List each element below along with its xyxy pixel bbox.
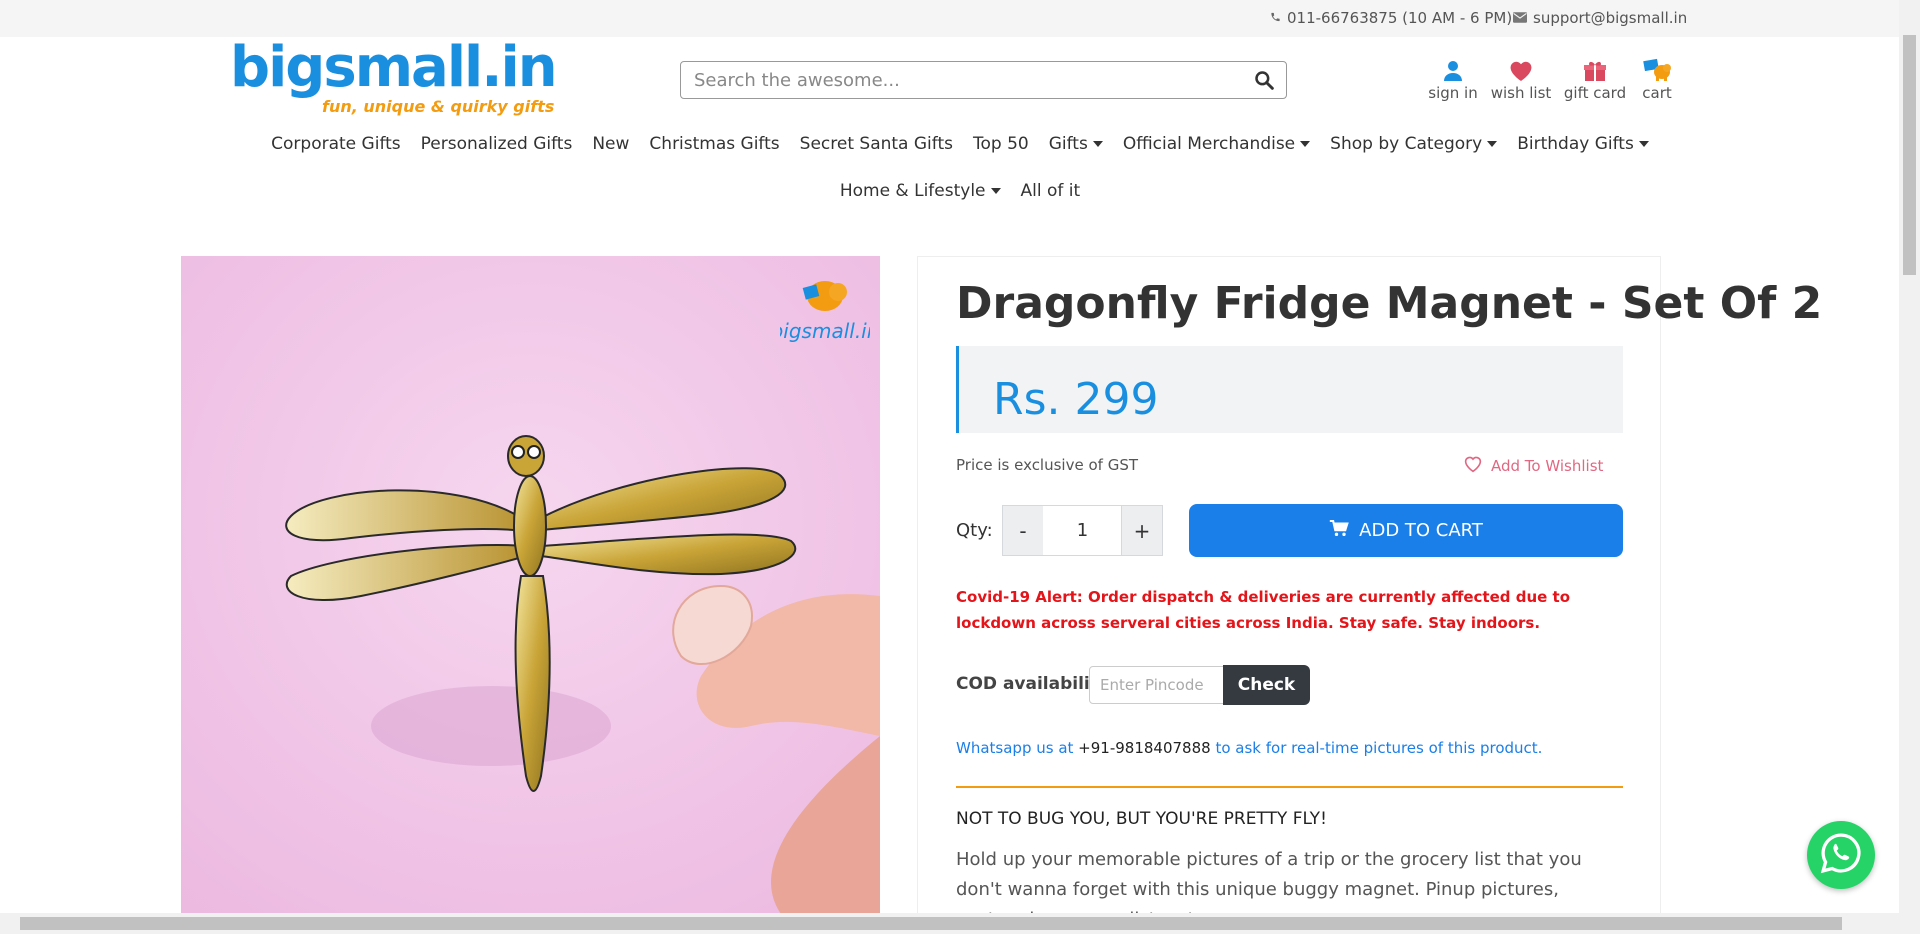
qty-decrease-button[interactable]: -	[1002, 505, 1044, 556]
dragonfly-photo	[181, 256, 880, 914]
nav-item-all-of-it[interactable]: All of it	[1011, 181, 1091, 201]
top-utility-bar: 011-66763875 (10 AM - 6 PM) support@bigs…	[0, 0, 1920, 37]
logo-wordmark: bigsmall.in	[230, 35, 558, 100]
main-nav-row2: Home & Lifestyle All of it	[0, 181, 1920, 201]
nav-item-personalized-gifts[interactable]: Personalized Gifts	[411, 134, 583, 154]
phone-icon	[1270, 9, 1281, 27]
caret-down-icon	[1092, 141, 1103, 147]
gift-card-link[interactable]: gift card	[1560, 52, 1630, 102]
description-heading: NOT TO BUG YOU, BUT YOU'RE PRETTY FLY!	[956, 809, 1327, 829]
caret-down-icon	[1487, 141, 1498, 147]
site-logo[interactable]: bigsmall.in fun, unique & quirky gifts	[230, 35, 558, 120]
heart-icon	[1486, 52, 1556, 82]
whatsapp-number[interactable]: +91-9818407888	[1078, 739, 1211, 757]
price-box: Rs. 299	[956, 346, 1623, 433]
support-email[interactable]: support@bigsmall.in	[1513, 9, 1687, 27]
nav-item-corporate-gifts[interactable]: Corporate Gifts	[261, 134, 411, 154]
nav-item-home-lifestyle[interactable]: Home & Lifestyle	[830, 181, 1011, 201]
sign-in-link[interactable]: sign in	[1418, 52, 1488, 102]
caret-down-icon	[990, 188, 1001, 194]
vertical-scroll-thumb[interactable]	[1903, 35, 1916, 275]
section-divider	[956, 786, 1623, 788]
search-input[interactable]	[681, 62, 1242, 98]
nav-item-official-merchandise[interactable]: Official Merchandise	[1113, 134, 1320, 154]
qty-increase-button[interactable]: +	[1121, 505, 1163, 556]
main-nav: Corporate Gifts Personalized Gifts New C…	[0, 134, 1920, 154]
bigsmall-watermark: bigsmall.in	[771, 266, 879, 356]
wish-list-link[interactable]: wish list	[1486, 52, 1556, 102]
support-phone[interactable]: 011-66763875 (10 AM - 6 PM)	[1270, 9, 1512, 27]
cod-label: COD availability	[956, 674, 1109, 694]
qty-label: Qty:	[956, 520, 993, 541]
caret-down-icon	[1638, 141, 1649, 147]
horizontal-scroll-thumb[interactable]	[20, 917, 1842, 930]
cart-link[interactable]: cart	[1622, 52, 1692, 102]
heart-outline-icon	[1463, 455, 1483, 477]
pincode-input[interactable]	[1089, 666, 1224, 704]
caret-down-icon	[1300, 141, 1311, 147]
product-price: Rs. 299	[993, 374, 1159, 425]
product-image[interactable]: bigsmall.in	[181, 256, 880, 914]
nav-item-birthday-gifts[interactable]: Birthday Gifts	[1507, 134, 1659, 154]
nav-item-secret-santa-gifts[interactable]: Secret Santa Gifts	[790, 134, 963, 154]
whatsapp-chat-button[interactable]	[1807, 821, 1875, 889]
search-bar	[680, 61, 1287, 99]
gst-note: Price is exclusive of GST	[956, 456, 1138, 474]
nav-item-gifts[interactable]: Gifts	[1039, 134, 1113, 154]
search-icon[interactable]	[1242, 62, 1286, 98]
nav-item-christmas-gifts[interactable]: Christmas Gifts	[639, 134, 789, 154]
cart-icon	[1329, 519, 1349, 542]
add-to-wishlist-link[interactable]: Add To Wishlist	[1463, 455, 1603, 477]
user-icon	[1418, 52, 1488, 82]
watermark-text: bigsmall.in	[780, 319, 870, 343]
logo-tagline: fun, unique & quirky gifts	[322, 97, 555, 116]
product-title: Dragonfly Fridge Magnet - Set Of 2	[956, 278, 1823, 329]
covid-alert: Covid-19 Alert: Order dispatch & deliver…	[956, 588, 1570, 632]
qty-input[interactable]	[1043, 505, 1122, 556]
envelope-icon	[1513, 9, 1527, 27]
whatsapp-icon	[1819, 831, 1863, 879]
cart-elephant-icon	[1622, 52, 1692, 82]
whatsapp-info: Whatsapp us at +91-9818407888 to ask for…	[956, 739, 1543, 757]
add-to-cart-button[interactable]: ADD TO CART	[1189, 504, 1623, 557]
nav-item-top-50[interactable]: Top 50	[963, 134, 1039, 154]
gift-icon	[1560, 52, 1630, 82]
check-button[interactable]: Check	[1223, 665, 1310, 705]
nav-item-shop-by-category[interactable]: Shop by Category	[1320, 134, 1507, 154]
nav-item-new[interactable]: New	[582, 134, 639, 154]
